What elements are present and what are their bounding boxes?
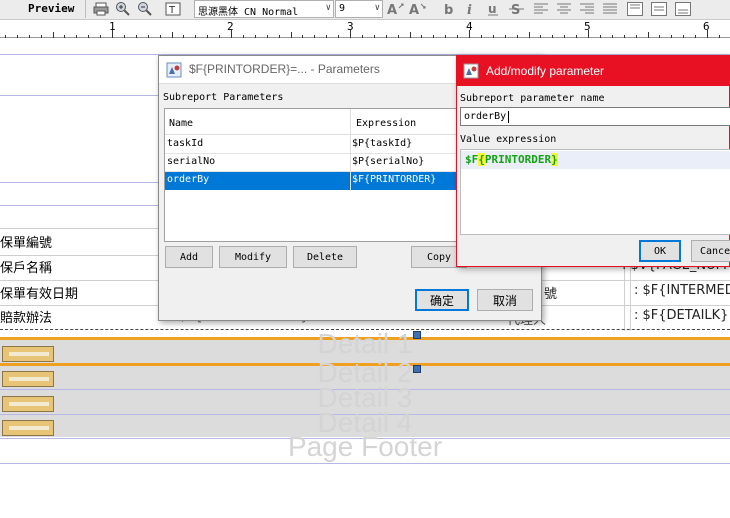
italic-icon[interactable]: i [462, 1, 480, 17]
ruler-number: 2 [227, 20, 234, 33]
svg-text:i: i [467, 3, 472, 16]
app-icon [166, 62, 182, 78]
ruler-number: 3 [347, 20, 354, 33]
policy-valid-date-label[interactable]: 保單有效日期 [0, 283, 78, 302]
chevron-down-icon: ∨ [374, 3, 380, 13]
cancel-button[interactable]: Cance [691, 240, 730, 262]
table-row[interactable]: serialNo $P{serialNo} [165, 154, 465, 172]
svg-text:u: u [488, 2, 497, 16]
table-row[interactable]: taskId $P{taskId} [165, 136, 465, 154]
claim-method-label[interactable]: 賠款辦法 [0, 307, 52, 326]
intermediary-label[interactable]: 號 [544, 283, 557, 302]
increase-font-icon[interactable]: A [386, 1, 404, 17]
ok-button[interactable]: 确定 [415, 289, 469, 311]
align-left-icon[interactable] [532, 1, 550, 17]
dialog-title-bar[interactable]: Add/modify parameter [457, 56, 730, 86]
bold-icon[interactable]: b [440, 1, 458, 17]
text-cursor [508, 111, 509, 123]
strikethrough-icon[interactable]: S [508, 1, 526, 17]
value-expression-editor[interactable]: $F{PRINTORDER} [460, 149, 730, 235]
align-bottom-icon[interactable] [674, 1, 692, 17]
policyholder-name-label[interactable]: 保戶名稱 [0, 257, 52, 276]
underline-icon[interactable]: u [484, 1, 502, 17]
param-name-label: Subreport parameter name [460, 93, 605, 104]
align-right-icon[interactable] [578, 1, 596, 17]
expression-text: $F{PRINTORDER} [465, 153, 558, 166]
column-header-expression[interactable]: Expression [356, 118, 416, 129]
app-icon [463, 63, 479, 79]
cancel-button[interactable]: 取消 [477, 289, 533, 311]
modify-button[interactable]: Modify [219, 246, 287, 268]
add-button[interactable]: Add [165, 246, 213, 268]
formatting-toolbar: Preview T 思源黑体 CN Normal ∨ 9 ∨ A A b i u S [0, 0, 730, 20]
param-expression-cell: $P{serialNo} [352, 156, 425, 167]
preview-tab[interactable]: Preview [0, 0, 86, 18]
param-name-input[interactable]: orderBy [460, 107, 730, 126]
value-expression-label: Value expression [460, 134, 557, 145]
zoom-out-icon[interactable] [136, 1, 154, 17]
param-expression-cell: $P{taskId} [352, 138, 413, 149]
font-name-select[interactable]: 思源黑体 CN Normal ∨ [194, 0, 334, 18]
align-middle-icon[interactable] [650, 1, 668, 17]
detailk-field[interactable]: : $F{DETAILK} [634, 308, 728, 323]
section-label: Subreport Parameters [163, 92, 284, 103]
align-top-icon[interactable] [626, 1, 644, 17]
align-justify-icon[interactable] [601, 1, 619, 17]
ruler-number: 4 [466, 20, 473, 33]
intermediary-field[interactable]: : $F{INTERMEDI [634, 283, 730, 298]
dialog-title: $F{PRINTORDER}=... - Parameters [189, 62, 380, 76]
add-modify-parameter-dialog[interactable]: Add/modify parameter Subreport parameter… [456, 55, 730, 267]
band-divider [0, 463, 730, 464]
delete-button[interactable]: Delete [293, 246, 357, 268]
parameters-table[interactable]: Name Expression taskId $P{taskId} serial… [164, 108, 465, 242]
svg-text:A: A [387, 3, 397, 16]
param-name-cell: orderBy [167, 174, 210, 185]
horizontal-ruler: 1 2 3 4 5 6 [0, 20, 730, 38]
svg-text:A: A [409, 3, 419, 16]
chevron-down-icon: ∨ [325, 3, 331, 13]
band-label: Page Footer [287, 431, 443, 462]
param-expression-cell: $F{PRINTORDER} [352, 174, 437, 185]
zoom-in-icon[interactable] [114, 1, 132, 17]
ruler-number: 6 [703, 20, 710, 33]
ok-button[interactable]: OK [639, 240, 681, 262]
svg-text:T: T [168, 5, 176, 16]
column-header-name[interactable]: Name [169, 118, 193, 129]
font-settings-icon[interactable]: T [164, 1, 182, 17]
ruler-number: 1 [109, 20, 116, 33]
param-name-cell: taskId [167, 138, 204, 149]
band-label: Detail 1 [317, 328, 413, 359]
dialog-title: Add/modify parameter [486, 64, 605, 78]
table-row-selected[interactable]: orderBy $F{PRINTORDER} [165, 172, 465, 190]
param-name-cell: serialNo [167, 156, 216, 167]
align-center-icon[interactable] [555, 1, 573, 17]
ruler-number: 5 [584, 20, 591, 33]
table-header: Name Expression [165, 109, 465, 135]
decrease-font-icon[interactable]: A [408, 1, 426, 17]
policy-number-label[interactable]: 保單編號 [0, 232, 52, 251]
print-icon[interactable] [92, 1, 110, 17]
svg-text:b: b [444, 3, 453, 16]
font-size-select[interactable]: 9 ∨ [335, 0, 383, 18]
